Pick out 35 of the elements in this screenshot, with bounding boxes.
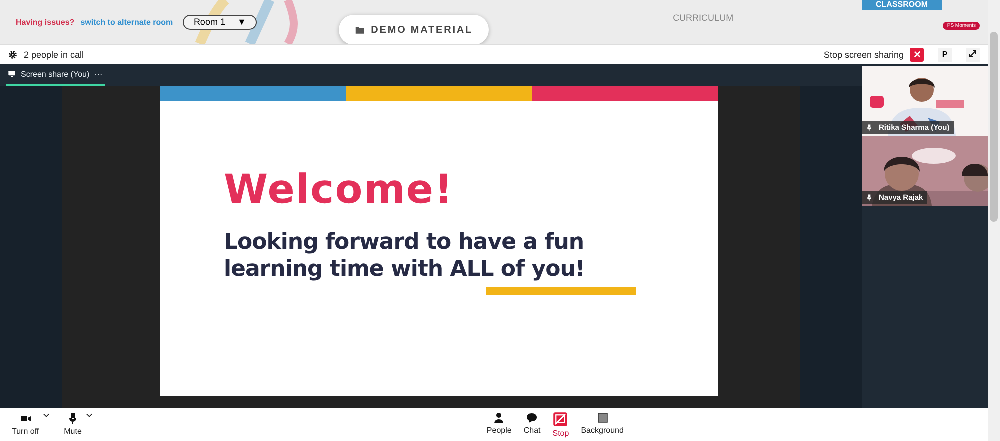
scrollbar[interactable]: [988, 0, 1000, 441]
settings-icon: [8, 50, 18, 60]
stop-share-icon: [553, 412, 568, 426]
toolbar-button[interactable]: Stop: [548, 412, 574, 438]
microphone-icon: [67, 413, 80, 425]
chevron-icon[interactable]: [43, 413, 50, 418]
monitor-icon: [8, 70, 16, 78]
slide-text: Looking forward to have a fun learning time with ALL of you!: [224, 229, 586, 283]
toolbar-button[interactable]: Turn off: [8, 413, 44, 436]
fullscreen-button[interactable]: [966, 48, 980, 62]
person-icon: [493, 412, 506, 424]
slide-title: Welcome!: [224, 167, 455, 213]
chat-bubble-icon: [526, 412, 538, 424]
folder-icon: [355, 26, 366, 34]
more-icon[interactable]: ···: [94, 70, 103, 78]
stop-sharing-label: Stop screen sharing: [824, 50, 904, 60]
background-icon: [596, 412, 609, 424]
expand-icon: [969, 50, 977, 58]
demo-material-tab[interactable]: DEMO MATERIAL: [339, 15, 490, 44]
toolbar-button[interactable]: Mute: [60, 413, 86, 436]
people-count: 2 people in call: [24, 50, 84, 60]
microphone-icon: [866, 194, 873, 202]
close-button[interactable]: [910, 48, 924, 62]
scrollbar-thumb[interactable]: [990, 32, 998, 222]
p-button[interactable]: P: [938, 48, 952, 62]
dropdown-arrow-icon: ▼: [237, 17, 246, 27]
toolbar-button[interactable]: Background: [577, 412, 628, 438]
microphone-icon: [866, 124, 873, 132]
chevron-icon[interactable]: [86, 413, 93, 418]
toolbar-button[interactable]: Chat: [520, 412, 545, 438]
issue-text: Having issues?: [16, 18, 75, 26]
close-icon: [914, 51, 920, 58]
room-select[interactable]: Room 1 ▼: [183, 14, 258, 30]
toolbar-button[interactable]: People: [482, 412, 516, 438]
tab-label: Screen share (You): [21, 70, 90, 78]
